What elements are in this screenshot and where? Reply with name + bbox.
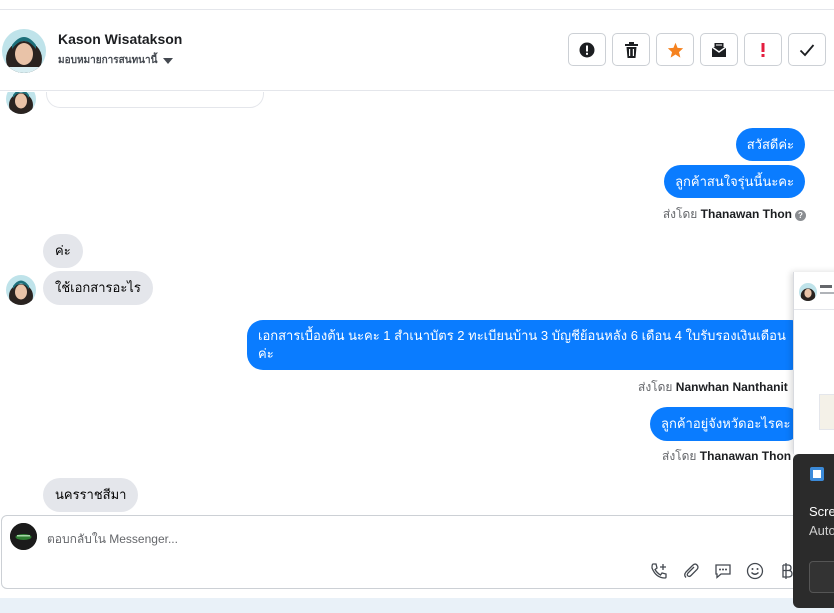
alert-circle-icon (579, 42, 595, 57)
phone-plus-icon (651, 563, 667, 579)
star-icon (667, 42, 683, 58)
assign-label: มอบหมายการสนทนานี้ (58, 55, 158, 66)
preview-popup[interactable] (793, 272, 834, 454)
check-icon (799, 43, 815, 56)
call-button[interactable] (648, 560, 670, 582)
contact-avatar[interactable] (2, 29, 46, 73)
delete-button[interactable] (612, 33, 650, 66)
notification-title: Scre (809, 504, 834, 519)
contact-avatar-small (6, 275, 36, 305)
reply-input[interactable]: ตอบกลับใน Messenger... (47, 530, 178, 549)
popup-thumbnail (819, 394, 834, 430)
outgoing-message[interactable]: เอกสารเบื้องต้น นะคะ 1 สำเนาบัตร 2 ทะเบี… (247, 320, 807, 370)
notification-text: Auto (809, 523, 834, 538)
shared-post-card[interactable] (46, 92, 264, 108)
screenshot-notification[interactable]: Scre Auto (793, 454, 834, 608)
smiley-icon (746, 562, 764, 580)
baht-icon (782, 563, 793, 579)
popup-name-line (820, 285, 832, 288)
sent-by-label: ส่งโดย Nanwhan Nanthanit (638, 378, 788, 397)
conversation-toolbar (568, 33, 826, 66)
reply-composer: ตอบกลับใน Messenger... (1, 515, 833, 589)
contact-avatar-small (6, 92, 36, 114)
paperclip-icon (684, 563, 699, 578)
important-button[interactable] (744, 33, 782, 66)
trash-icon (624, 41, 638, 58)
outgoing-message[interactable]: สวัสดีค่ะ (735, 128, 805, 161)
help-icon[interactable]: ? (795, 210, 806, 221)
popup-divider (794, 309, 834, 310)
spam-alert-button[interactable] (568, 33, 606, 66)
outgoing-message[interactable]: ลูกค้าอยู่จังหวัดอะไรคะ (650, 407, 802, 441)
composer-tools (648, 560, 798, 582)
sent-by-prefix: ส่งโดย (638, 380, 673, 394)
outgoing-message[interactable]: ลูกค้าสนใจรุ่นนี้นะคะ (664, 165, 805, 198)
sent-by-label: ส่งโดย Thanawan Thon? (663, 205, 806, 224)
chat-bubble-icon (715, 564, 731, 579)
incoming-message[interactable]: ใช้เอกสารอะไร (43, 271, 153, 305)
page-avatar (10, 523, 37, 550)
popup-subtitle-line (820, 292, 834, 294)
notification-action-button[interactable] (809, 561, 834, 593)
bottom-strip (0, 598, 834, 613)
done-button[interactable] (788, 33, 826, 66)
attach-button[interactable] (680, 560, 702, 582)
contact-name: Kason Wisatakson (58, 31, 183, 47)
sent-by-prefix: ส่งโดย (662, 207, 698, 221)
conversation-header: Kason Wisatakson มอบหมายการสนทนานี้ (0, 11, 834, 91)
saved-replies-button[interactable] (712, 560, 734, 582)
mark-unread-button[interactable] (700, 33, 738, 66)
message-thread[interactable]: สวัสดีค่ะ ลูกค้าสนใจรุ่นนี้นะคะ ส่งโดย T… (0, 92, 834, 514)
sent-by-label: ส่งโดย Thanawan Thon (662, 447, 791, 466)
incoming-message[interactable]: ค่ะ (43, 234, 83, 268)
popup-avatar (799, 283, 817, 301)
sent-by-prefix: ส่งโดย (662, 449, 697, 463)
sender-name[interactable]: Thanawan Thon (701, 207, 792, 221)
sender-name[interactable]: Nanwhan Nanthanit (676, 380, 788, 394)
star-button[interactable] (656, 33, 694, 66)
messenger-inbox-window: Kason Wisatakson มอบหมายการสนทนานี้ สวัส… (0, 0, 834, 613)
incoming-message[interactable]: นครราชสีมา (43, 478, 139, 512)
snipping-tool-icon (810, 467, 824, 481)
sender-name[interactable]: Thanawan Thon (700, 449, 791, 463)
assign-conversation-dropdown[interactable]: มอบหมายการสนทนานี้ (58, 53, 174, 68)
envelope-icon (711, 42, 727, 57)
exclamation-icon (761, 42, 765, 57)
chevron-down-icon (163, 57, 174, 64)
top-strip (0, 0, 834, 10)
emoji-button[interactable] (744, 560, 766, 582)
